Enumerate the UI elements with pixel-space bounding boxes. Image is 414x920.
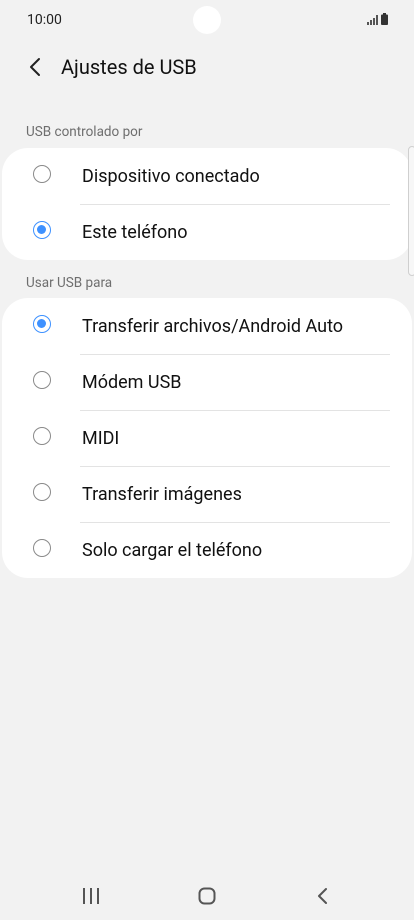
- option-connected-device[interactable]: Dispositivo conectado: [2, 148, 412, 204]
- battery-icon: [381, 13, 388, 25]
- scrollbar[interactable]: [408, 146, 414, 276]
- header: Ajustes de USB: [0, 46, 414, 90]
- option-usb-modem[interactable]: Módem USB: [2, 354, 412, 410]
- option-label: Transferir imágenes: [82, 483, 242, 505]
- card-use-usb-for: Transferir archivos/Android Auto Módem U…: [2, 298, 412, 578]
- radio-button[interactable]: [33, 371, 51, 389]
- option-label: Transferir archivos/Android Auto: [82, 315, 344, 337]
- camera-cutout: [193, 6, 221, 34]
- option-charge-only[interactable]: Solo cargar el teléfono: [2, 522, 412, 578]
- section-label-use-usb: Usar USB para: [26, 275, 113, 291]
- home-icon[interactable]: [187, 882, 227, 910]
- status-bar: 10:00: [0, 0, 414, 44]
- option-transfer-images[interactable]: Transferir imágenes: [2, 466, 412, 522]
- status-icons: [367, 13, 388, 25]
- option-label: MIDI: [82, 427, 120, 449]
- option-label: Dispositivo conectado: [82, 165, 260, 187]
- back-icon[interactable]: [303, 882, 343, 910]
- radio-button[interactable]: [33, 165, 51, 183]
- signal-icon: [367, 15, 378, 25]
- option-label: Módem USB: [82, 371, 182, 393]
- option-label: Solo cargar el teléfono: [82, 539, 263, 561]
- option-label: Este teléfono: [82, 221, 188, 243]
- radio-button[interactable]: [33, 221, 51, 239]
- radio-button[interactable]: [33, 539, 51, 557]
- radio-button[interactable]: [33, 427, 51, 445]
- navigation-bar: [0, 872, 414, 920]
- option-transfer-files[interactable]: Transferir archivos/Android Auto: [2, 298, 412, 354]
- radio-button[interactable]: [33, 483, 51, 501]
- status-time: 10:00: [27, 12, 62, 28]
- page-title: Ajustes de USB: [61, 55, 197, 79]
- option-midi[interactable]: MIDI: [2, 410, 412, 466]
- section-label-controlled: USB controlado por: [26, 124, 143, 140]
- back-arrow-icon[interactable]: [24, 56, 46, 78]
- recent-apps-icon[interactable]: [71, 882, 111, 910]
- radio-button[interactable]: [33, 315, 51, 333]
- card-controlled-by: Dispositivo conectado Este teléfono: [2, 148, 412, 260]
- option-this-phone[interactable]: Este teléfono: [2, 204, 412, 260]
